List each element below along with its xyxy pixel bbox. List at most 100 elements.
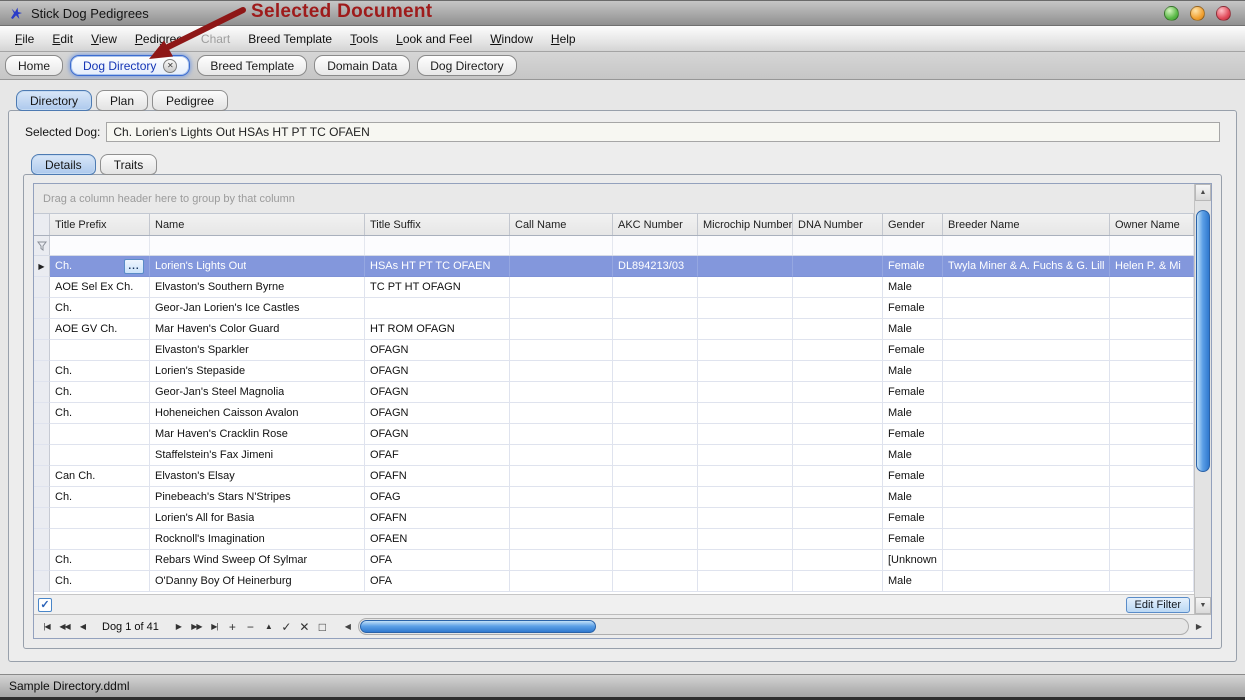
cell-title-suffix[interactable]: OFAGN	[365, 382, 510, 403]
cell-name[interactable]: Elvaston's Elsay	[150, 466, 365, 487]
document-tab-dog-directory-1[interactable]: Dog Directory✕	[70, 55, 190, 76]
table-row-1[interactable]: AOE Sel Ex Ch.Elvaston's Southern ByrneT…	[34, 277, 1194, 298]
cell-title-suffix[interactable]: OFAGN	[365, 424, 510, 445]
cell-title-prefix[interactable]: AOE GV Ch.	[50, 319, 150, 340]
cell-title-prefix[interactable]: AOE Sel Ex Ch.	[50, 277, 150, 298]
table-row-10[interactable]: Can Ch.Elvaston's ElsayOFAFNFemale	[34, 466, 1194, 487]
table-row-4[interactable]: Elvaston's SparklerOFAGNFemale	[34, 340, 1194, 361]
nav-cancel-icon[interactable]: ✕	[297, 619, 312, 635]
cell-breeder-name[interactable]	[943, 571, 1110, 592]
cell-microchip-number[interactable]	[698, 298, 793, 319]
column-header-breeder-name[interactable]: Breeder Name	[943, 214, 1110, 235]
cell-microchip-number[interactable]	[698, 340, 793, 361]
cell-dna-number[interactable]	[793, 550, 883, 571]
cell-akc-number[interactable]	[613, 550, 698, 571]
cell-title-prefix[interactable]	[50, 424, 150, 445]
cell-call-name[interactable]	[510, 382, 613, 403]
cell-akc-number[interactable]: DL894213/03	[613, 256, 698, 277]
nav-post-icon[interactable]: ✓	[279, 619, 294, 635]
cell-dna-number[interactable]	[793, 529, 883, 550]
cell-microchip-number[interactable]	[698, 361, 793, 382]
column-header-gender[interactable]: Gender	[883, 214, 943, 235]
cell-name[interactable]: Lorien's All for Basia	[150, 508, 365, 529]
cell-call-name[interactable]	[510, 403, 613, 424]
cell-microchip-number[interactable]	[698, 403, 793, 424]
cell-title-prefix[interactable]: Ch.	[50, 571, 150, 592]
cell-owner-name[interactable]	[1110, 466, 1194, 487]
cell-call-name[interactable]	[510, 487, 613, 508]
cell-title-suffix[interactable]: OFA	[365, 571, 510, 592]
ellipsis-editor-button[interactable]: ...	[124, 259, 144, 274]
cell-microchip-number[interactable]	[698, 487, 793, 508]
cell-title-suffix[interactable]: OFAG	[365, 487, 510, 508]
cell-name[interactable]: Hoheneichen Caisson Avalon	[150, 403, 365, 424]
nav-insert-icon[interactable]: +	[225, 619, 240, 635]
document-tab-breed-template-2[interactable]: Breed Template	[197, 55, 307, 76]
scroll-down-icon[interactable]: ▼	[1195, 597, 1211, 614]
cell-dna-number[interactable]	[793, 508, 883, 529]
cell-name[interactable]: Geor-Jan Lorien's Ice Castles	[150, 298, 365, 319]
tab-directory[interactable]: Directory	[16, 90, 92, 111]
cell-gender[interactable]: Female	[883, 340, 943, 361]
cell-gender[interactable]: Female	[883, 382, 943, 403]
cell-call-name[interactable]	[510, 319, 613, 340]
cell-microchip-number[interactable]	[698, 466, 793, 487]
cell-dna-number[interactable]	[793, 466, 883, 487]
cell-owner-name[interactable]	[1110, 382, 1194, 403]
cell-gender[interactable]: Female	[883, 424, 943, 445]
vertical-scrollbar-thumb[interactable]	[1196, 210, 1210, 472]
table-row-14[interactable]: Ch.Rebars Wind Sweep Of SylmarOFA[Unknow…	[34, 550, 1194, 571]
cell-owner-name[interactable]	[1110, 571, 1194, 592]
cell-dna-number[interactable]	[793, 382, 883, 403]
cell-dna-number[interactable]	[793, 319, 883, 340]
cell-name[interactable]: Rocknoll's Imagination	[150, 529, 365, 550]
tab-traits[interactable]: Traits	[100, 154, 158, 175]
cell-breeder-name[interactable]	[943, 319, 1110, 340]
scroll-right-icon[interactable]: ▶	[1192, 619, 1206, 635]
horizontal-scrollbar[interactable]: ◀ ▶	[341, 618, 1206, 635]
menu-breed-template[interactable]: Breed Template	[239, 28, 341, 50]
cell-gender[interactable]: Female	[883, 529, 943, 550]
nav-prev-page-icon[interactable]: ◀◀	[57, 619, 72, 635]
menu-window[interactable]: Window	[481, 28, 542, 50]
cell-gender[interactable]: Male	[883, 571, 943, 592]
cell-breeder-name[interactable]	[943, 361, 1110, 382]
menu-look-and-feel[interactable]: Look and Feel	[387, 28, 481, 50]
cell-name[interactable]: Mar Haven's Cracklin Rose	[150, 424, 365, 445]
scroll-left-icon[interactable]: ◀	[341, 619, 355, 635]
cell-breeder-name[interactable]: Twyla Miner & A. Fuchs & G. Lilley	[943, 256, 1110, 277]
nav-next-icon[interactable]: ▶	[171, 619, 186, 635]
nav-next-page-icon[interactable]: ▶▶	[189, 619, 204, 635]
menu-view[interactable]: View	[82, 28, 126, 50]
close-tab-icon[interactable]: ✕	[163, 59, 177, 73]
cell-title-suffix[interactable]: OFAF	[365, 445, 510, 466]
cell-title-suffix[interactable]: TC PT HT OFAGN	[365, 277, 510, 298]
cell-dna-number[interactable]	[793, 277, 883, 298]
cell-owner-name[interactable]	[1110, 487, 1194, 508]
cell-gender[interactable]: Female	[883, 508, 943, 529]
close-button[interactable]	[1216, 6, 1231, 21]
cell-dna-number[interactable]	[793, 340, 883, 361]
cell-microchip-number[interactable]	[698, 319, 793, 340]
cell-gender[interactable]: Female	[883, 466, 943, 487]
filter-cell-akc-number[interactable]	[613, 236, 698, 255]
document-tab-dog-directory-4[interactable]: Dog Directory	[417, 55, 516, 76]
cell-title-suffix[interactable]	[365, 298, 510, 319]
filter-cell-call-name[interactable]	[510, 236, 613, 255]
column-header-akc-number[interactable]: AKC Number	[613, 214, 698, 235]
table-row-13[interactable]: Rocknoll's ImaginationOFAENFemale	[34, 529, 1194, 550]
cell-name[interactable]: Staffelstein's Fax Jimeni	[150, 445, 365, 466]
cell-title-prefix[interactable]: Ch.	[50, 361, 150, 382]
cell-dna-number[interactable]	[793, 445, 883, 466]
cell-call-name[interactable]	[510, 445, 613, 466]
cell-title-suffix[interactable]: OFAGN	[365, 361, 510, 382]
cell-breeder-name[interactable]	[943, 382, 1110, 403]
cell-breeder-name[interactable]	[943, 445, 1110, 466]
cell-microchip-number[interactable]	[698, 424, 793, 445]
cell-title-suffix[interactable]: HSAs HT PT TC OFAEN	[365, 256, 510, 277]
filter-cell-breeder-name[interactable]	[943, 236, 1110, 255]
cell-breeder-name[interactable]	[943, 466, 1110, 487]
cell-owner-name[interactable]	[1110, 508, 1194, 529]
cell-title-prefix[interactable]: Ch.	[50, 298, 150, 319]
cell-gender[interactable]: Male	[883, 319, 943, 340]
